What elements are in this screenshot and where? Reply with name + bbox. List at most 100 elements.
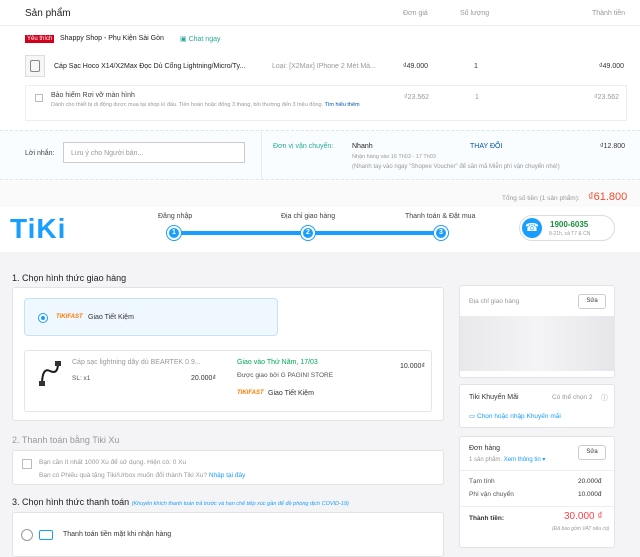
insurance-title: Bảo hiểm Rơi vỡ màn hình bbox=[51, 92, 135, 99]
tikifast-brand: TIKIFAST bbox=[56, 314, 83, 320]
view-order-info-link[interactable]: Xem thông tin bbox=[504, 457, 541, 463]
promo-count: Có thể chọn 2 bbox=[552, 394, 593, 401]
step-3-dot: 3 bbox=[434, 226, 448, 240]
shipping-eta: Nhận hàng vào 16 Th03 - 17 Th03 bbox=[352, 154, 436, 160]
product-variant: Loại: [X2Max] IPhone 2 Mét Mà... bbox=[272, 63, 376, 70]
shipping-option-selected[interactable]: TIKIFAST Giao Tiết Kiệm bbox=[24, 298, 278, 336]
summary-value: ₫61.800 bbox=[588, 191, 628, 203]
shop-name[interactable]: Shappy Shop - Phụ Kiện Sài Gòn bbox=[60, 35, 164, 42]
product-price: ₫49.000 bbox=[403, 63, 429, 70]
coupon-icon: ▭ bbox=[469, 413, 476, 420]
package-item-qty: SL: x1 bbox=[72, 375, 91, 382]
tiki-checkout-panel: TiKi Đăng nhập 1 Địa chỉ giao hàng 2 Tha… bbox=[0, 207, 640, 557]
chat-now-label: Chat ngay bbox=[188, 36, 221, 43]
tiki-xu-line1: Bạn cần ít nhất 1000 Xu để sử dụng. Hiện… bbox=[39, 459, 187, 466]
hotline-box[interactable]: ☎ 1900-6035 8-21h, cả T7 & CN bbox=[519, 215, 615, 241]
package-item-price: 20.000₫ bbox=[191, 375, 217, 382]
total-label: Thành tiền: bbox=[469, 515, 505, 522]
insurance-total: ₫23.562 bbox=[594, 94, 620, 101]
product-qty: 1 bbox=[474, 63, 478, 70]
insurance-checkbox[interactable] bbox=[35, 94, 43, 102]
subtotal-label: Tạm tính bbox=[469, 478, 495, 485]
chevron-down-icon[interactable]: ▾ bbox=[542, 457, 545, 463]
chat-icon: ▣ bbox=[180, 36, 187, 43]
step-1-label: Đăng nhập bbox=[158, 213, 193, 220]
info-icon[interactable]: ⓘ bbox=[601, 393, 608, 403]
payment-title-text: 3. Chọn hình thức thanh toán bbox=[12, 497, 130, 507]
col-quantity: Số lượng bbox=[460, 10, 490, 17]
address-label: Địa chỉ giao hàng bbox=[469, 298, 520, 305]
shopee-checkout-panel: Sản phẩm Đơn giá Số lượng Thành tiền Yêu… bbox=[0, 0, 640, 207]
message-shipping-row: Lời nhắn: Lưu ý cho Người bán... Đơn vị … bbox=[0, 130, 640, 181]
delivery-date: Giao vào Thứ Năm, 17/03 bbox=[237, 359, 318, 366]
col-unit-price: Đơn giá bbox=[403, 10, 428, 17]
products-heading: Sản phẩm bbox=[25, 8, 71, 19]
tiki-logo[interactable]: TiKi bbox=[10, 213, 66, 245]
tiki-xu-line2-text: Bạn có Phiếu quà tặng Tiki/Urbox muốn đổ… bbox=[39, 472, 208, 479]
col-total: Thành tiền bbox=[592, 10, 626, 17]
insurance-learn-more[interactable]: Tìm hiểu thêm bbox=[324, 102, 359, 108]
step-3-label: Thanh toán & Đặt mua bbox=[405, 213, 476, 220]
tiki-xu-checkbox[interactable] bbox=[22, 459, 32, 469]
step-1-dot: 1 bbox=[167, 226, 181, 240]
insurance-desc-text: Dành cho thiết bị di động được mua tại s… bbox=[51, 102, 324, 108]
address-edit-button[interactable]: Sửa bbox=[578, 294, 606, 309]
shipping-method: Nhanh bbox=[352, 143, 373, 150]
product-thumbnail bbox=[25, 55, 45, 77]
order-summary: Tổng số tiền (1 sản phẩm): ₫61.800 bbox=[0, 181, 640, 207]
product-name[interactable]: Cáp Sạc Hoco X14/X2Max Đọc Dù Cổng Light… bbox=[54, 63, 245, 70]
order-count-text: 1 sản phẩm. bbox=[469, 457, 503, 463]
product-table-header: Sản phẩm Đơn giá Số lượng Thành tiền bbox=[0, 0, 640, 26]
promo-link-text: Chọn hoặc nhập Khuyến mãi bbox=[476, 413, 561, 420]
summary-label: Tổng số tiền (1 sản phẩm): bbox=[502, 195, 580, 202]
address-card: Địa chỉ giao hàng Sửa bbox=[459, 285, 615, 378]
payment-section: Thanh toán tiền mặt khi nhận hàng bbox=[12, 512, 444, 557]
vat-note: (Đã bao gồm VAT nếu có) bbox=[552, 526, 610, 532]
order-count: 1 sản phẩm. Xem thông tin ▾ bbox=[469, 456, 545, 463]
product-thumbnail bbox=[36, 359, 64, 387]
tiki-xu-link[interactable]: Nhập tại đây bbox=[209, 472, 246, 479]
delivery-method: Giao Tiết Kiệm bbox=[268, 390, 314, 397]
shipping-note: (Nhanh tay vào ngay "Shopee Voucher" để … bbox=[352, 164, 560, 170]
tiki-xu-line2: Bạn có Phiếu quà tặng Tiki/Urbox muốn đổ… bbox=[39, 472, 245, 479]
order-edit-button[interactable]: Sửa bbox=[578, 445, 606, 460]
change-shipping-button[interactable]: THAY ĐỔI bbox=[470, 143, 502, 150]
message-label: Lời nhắn: bbox=[25, 150, 55, 157]
divider bbox=[460, 506, 616, 507]
total-value: 30.000 ₫ bbox=[564, 511, 603, 522]
delivery-fee: 10.000₫ bbox=[400, 363, 426, 370]
shipping-section-title: 1. Chọn hình thức giao hàng bbox=[12, 273, 127, 283]
payment-section-title: 3. Chọn hình thức thanh toán (Khuyến khí… bbox=[12, 497, 349, 507]
tiki-header: TiKi Đăng nhập 1 Địa chỉ giao hàng 2 Tha… bbox=[0, 207, 640, 252]
message-placeholder: Lưu ý cho Người bán... bbox=[71, 150, 144, 157]
step-2-dot: 2 bbox=[301, 226, 315, 240]
cod-radio[interactable] bbox=[21, 529, 33, 541]
chat-now-button[interactable]: ▣ Chat ngay bbox=[180, 35, 221, 43]
shipping-radio[interactable] bbox=[38, 313, 48, 323]
shipping-label: Đơn vị vận chuyển: bbox=[273, 143, 334, 150]
hotline-number: 1900-6035 bbox=[550, 220, 589, 229]
delivery-by: Được giao bởi G PAGINI STORE bbox=[237, 372, 334, 379]
shipping-fee: ₫12.800 bbox=[600, 143, 626, 150]
shipping-option-label: Giao Tiết Kiệm bbox=[88, 314, 134, 321]
insurance-desc: Dành cho thiết bị di động được mua tại s… bbox=[51, 101, 361, 109]
tiki-xu-section: Bạn cần ít nhất 1000 Xu để sử dụng. Hiện… bbox=[12, 450, 444, 485]
promo-link[interactable]: ▭ Chọn hoặc nhập Khuyến mãi bbox=[469, 412, 561, 420]
payment-covid-note: (Khuyến khích thanh toán trả trước và hạ… bbox=[131, 501, 349, 507]
package-item-name: Cáp sạc lightning dây dù BEARTEK 0.9... bbox=[72, 359, 201, 366]
cash-icon bbox=[39, 530, 53, 540]
favorite-badge: Yêu thích bbox=[25, 35, 55, 43]
shipping-fee-label: Phí vận chuyển bbox=[469, 491, 514, 498]
delivery-brand: TIKIFAST bbox=[237, 390, 264, 396]
promo-title: Tiki Khuyến Mãi bbox=[469, 394, 519, 401]
insurance-qty: 1 bbox=[475, 94, 479, 101]
shipping-fee-value: 10.000đ bbox=[578, 491, 602, 498]
insurance-price: ₫23.562 bbox=[404, 94, 430, 101]
product-total: ₫49.000 bbox=[599, 63, 625, 70]
divider bbox=[261, 131, 262, 181]
order-title: Đơn hàng bbox=[469, 445, 501, 452]
shipping-section: TIKIFAST Giao Tiết Kiệm Cáp sạc lightnin… bbox=[12, 287, 444, 421]
address-blurred bbox=[460, 316, 615, 371]
phone-icon: ☎ bbox=[522, 218, 542, 238]
message-input[interactable]: Lưu ý cho Người bán... bbox=[63, 142, 245, 163]
